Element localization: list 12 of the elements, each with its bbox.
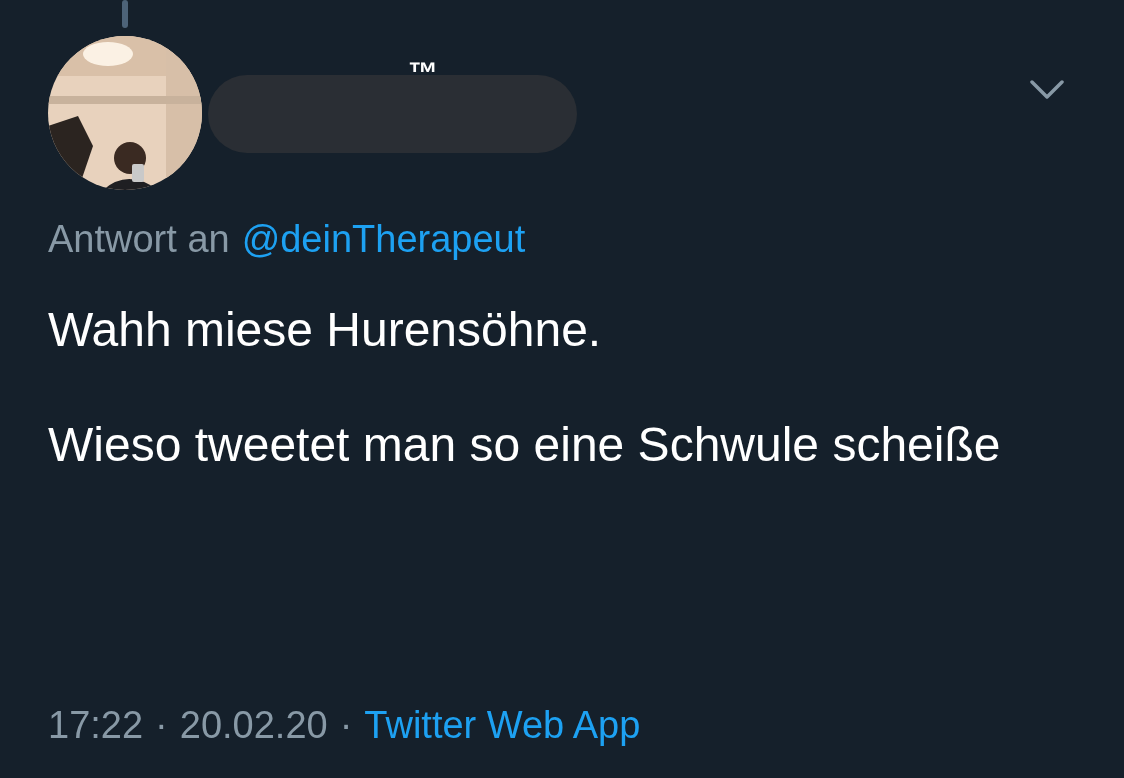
tweet-text: Wahh miese Hurensöhne. bbox=[48, 302, 603, 358]
separator-dot: · bbox=[155, 703, 168, 748]
display-name: ™ bbox=[408, 58, 438, 88]
tweet-text: Wieso tweetet man so eine Schwule scheiße bbox=[48, 417, 1002, 473]
tweet-date: 20.02.20 bbox=[179, 703, 328, 748]
source-link[interactable]: Twitter Web App bbox=[364, 700, 641, 750]
mention-link[interactable]: @deinTherapeut bbox=[241, 214, 526, 264]
chevron-down-icon[interactable] bbox=[1030, 80, 1064, 100]
separator-dot: · bbox=[339, 703, 353, 748]
tweet-time: 17:22 bbox=[48, 703, 144, 748]
thread-line bbox=[122, 0, 128, 28]
reply-label: Antwort an bbox=[48, 217, 230, 262]
